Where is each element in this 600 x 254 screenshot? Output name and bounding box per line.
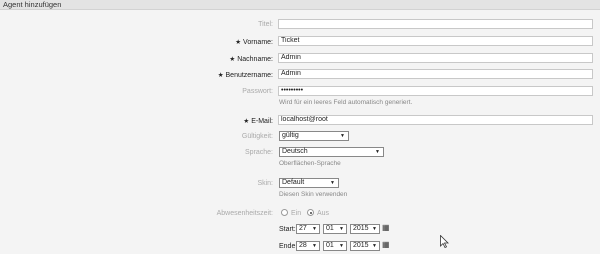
email-field[interactable]: localhost@root bbox=[278, 115, 593, 125]
firstname-label: ★ Vorname: bbox=[235, 39, 273, 46]
start-label: Start: bbox=[279, 226, 296, 233]
password-field[interactable]: ••••••••• bbox=[278, 86, 593, 96]
start-year-select[interactable]: 2015 ▼ bbox=[350, 224, 380, 234]
username-field[interactable]: Admin bbox=[278, 69, 593, 79]
title-field[interactable] bbox=[278, 19, 593, 29]
calendar-icon[interactable]: ▦ bbox=[382, 241, 390, 249]
absence-off-radio[interactable] bbox=[307, 209, 314, 216]
chevron-down-icon: ▼ bbox=[375, 149, 380, 155]
start-month-select[interactable]: 01 ▼ bbox=[323, 224, 347, 234]
title-label: Titel: bbox=[258, 21, 273, 28]
end-label: Ende: bbox=[279, 243, 298, 250]
language-label: Sprache: bbox=[244, 149, 273, 156]
skin-select[interactable]: Default ▼ bbox=[279, 178, 339, 188]
mouse-pointer-icon bbox=[440, 235, 449, 248]
required-star-icon: ★ bbox=[243, 118, 250, 125]
chevron-down-icon: ▼ bbox=[339, 226, 344, 232]
absence-on-label: Ein bbox=[291, 210, 302, 217]
chevron-down-icon: ▼ bbox=[312, 226, 317, 232]
absence-label: Abwesenheitszeit: bbox=[216, 210, 273, 217]
chevron-down-icon: ▼ bbox=[340, 133, 345, 139]
end-month-select[interactable]: 01 ▼ bbox=[323, 241, 347, 251]
chevron-down-icon: ▼ bbox=[312, 243, 317, 249]
chevron-down-icon: ▼ bbox=[330, 180, 335, 186]
end-year-select[interactable]: 2015 ▼ bbox=[350, 241, 380, 251]
firstname-field[interactable]: Ticket bbox=[278, 36, 593, 46]
lastname-label: ★ Nachname: bbox=[229, 56, 273, 63]
email-label: ★ E-Mail: bbox=[243, 118, 273, 125]
absence-off-label: Aus bbox=[317, 210, 330, 217]
username-label: ★ Benutzername: bbox=[217, 72, 273, 79]
language-select[interactable]: Deutsch ▼ bbox=[279, 147, 384, 157]
absence-on-radio[interactable] bbox=[281, 209, 288, 216]
skin-label: Skin: bbox=[257, 180, 273, 187]
required-star-icon: ★ bbox=[235, 39, 242, 46]
skin-hint: Diesen Skin verwenden bbox=[279, 191, 348, 198]
chevron-down-icon: ▼ bbox=[372, 226, 377, 232]
required-star-icon: ★ bbox=[217, 72, 224, 79]
password-hint: Wird für ein leeres Feld automatisch gen… bbox=[279, 99, 413, 106]
lastname-field[interactable]: Admin bbox=[278, 53, 593, 63]
calendar-icon[interactable]: ▦ bbox=[382, 224, 390, 232]
validity-select[interactable]: gültig ▼ bbox=[279, 131, 349, 141]
panel-title: Agent hinzufügen bbox=[0, 0, 600, 10]
language-hint: Oberflächen-Sprache bbox=[279, 160, 341, 167]
password-label: Passwort: bbox=[242, 88, 273, 95]
validity-label: Gültigkeit: bbox=[241, 133, 273, 140]
required-star-icon: ★ bbox=[229, 56, 236, 63]
chevron-down-icon: ▼ bbox=[372, 243, 377, 249]
end-day-select[interactable]: 28 ▼ bbox=[296, 241, 320, 251]
start-day-select[interactable]: 27 ▼ bbox=[296, 224, 320, 234]
chevron-down-icon: ▼ bbox=[339, 243, 344, 249]
